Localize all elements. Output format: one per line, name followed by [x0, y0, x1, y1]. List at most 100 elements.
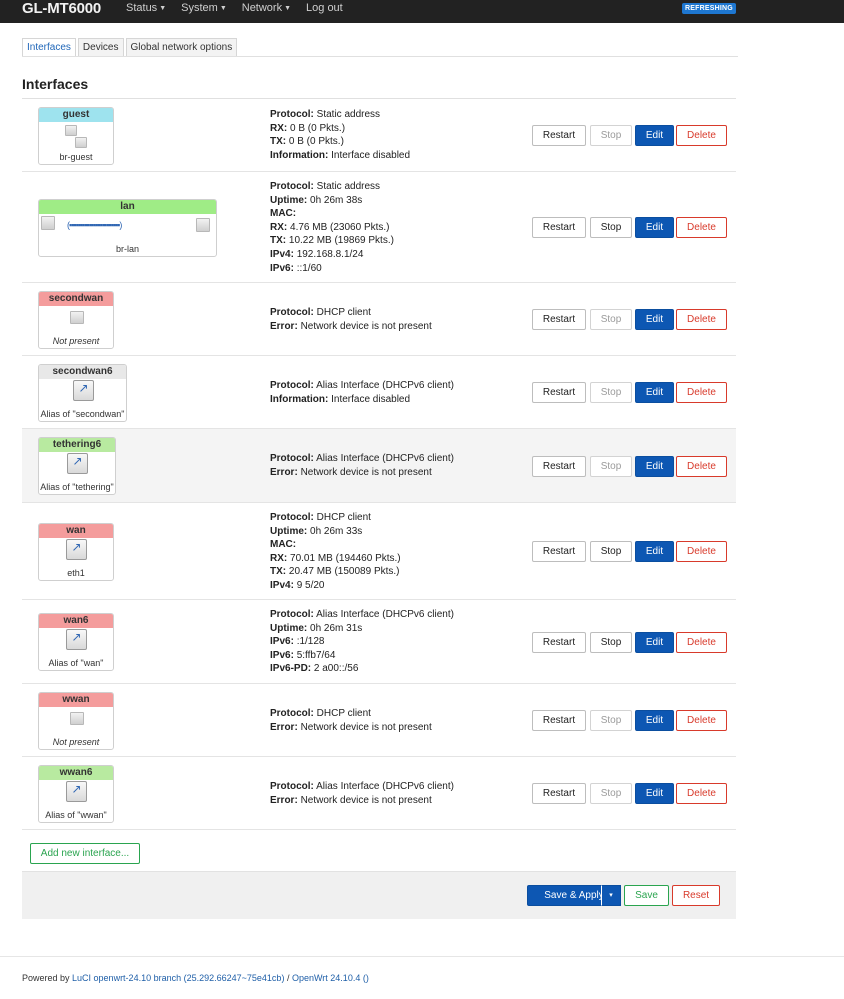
interface-actions: Restart Stop Edit Delete [528, 309, 727, 330]
interface-badge: wan6 ↗ Alias of "wan" [38, 613, 114, 671]
status-key: Uptime: [270, 525, 308, 537]
save-button[interactable]: Save [624, 885, 669, 906]
save-apply-dropdown-button[interactable]: ▾ [601, 885, 621, 906]
powered-by-prefix: Powered by [22, 973, 73, 983]
interface-status: Protocol: Alias Interface (DHCPv6 client… [270, 379, 454, 406]
edit-button[interactable]: Edit [635, 125, 674, 146]
edit-button[interactable]: Edit [635, 710, 674, 731]
restart-button[interactable]: Restart [532, 456, 586, 477]
restart-button[interactable]: Restart [532, 309, 586, 330]
status-line: Uptime: 0h 26m 38s [270, 194, 394, 208]
interface-name: secondwan [39, 292, 113, 306]
stop-button[interactable]: Stop [590, 541, 632, 562]
restart-button[interactable]: Restart [532, 783, 586, 804]
interface-name: wan6 [39, 614, 113, 628]
interface-device: Alias of "tethering" [40, 482, 114, 492]
menu-network[interactable]: Network ▼ [242, 0, 291, 23]
edit-button[interactable]: Edit [635, 632, 674, 653]
status-key: TX: [270, 566, 287, 578]
status-line: Error: Network device is not present [270, 721, 432, 735]
delete-button[interactable]: Delete [676, 456, 727, 477]
edit-button[interactable]: Edit [635, 217, 674, 238]
restart-button[interactable]: Restart [532, 541, 586, 562]
delete-button[interactable]: Delete [676, 710, 727, 731]
status-value: Alias Interface (DHCPv6 client) [316, 609, 454, 620]
interface-status: Protocol: DHCP client Error: Network devi… [270, 707, 432, 734]
brand-title[interactable]: GL-MT6000 [22, 0, 101, 23]
delete-button[interactable]: Delete [676, 783, 727, 804]
openwrt-link[interactable]: OpenWrt 24.10.4 () [292, 973, 369, 983]
menu-system[interactable]: System ▼ [181, 0, 227, 23]
interface-badge: tethering6 ↗ Alias of "tethering" [38, 437, 116, 495]
restart-button[interactable]: Restart [532, 382, 586, 403]
interface-badge: secondwan Not present [38, 291, 114, 349]
interface-device: Alias of "wwan" [45, 810, 107, 820]
status-line: Protocol: DHCP client [270, 511, 401, 525]
interface-badge-body: ↗ Alias of "secondwan" [39, 379, 126, 421]
edit-button[interactable]: Edit [635, 456, 674, 477]
ethernet-port-icon [70, 311, 84, 324]
stop-button[interactable]: Stop [590, 456, 632, 477]
status-line: Protocol: Alias Interface (DHCPv6 client… [270, 452, 454, 466]
delete-button[interactable]: Delete [676, 217, 727, 238]
refreshing-badge[interactable]: REFRESHING [682, 3, 736, 14]
status-value: Alias Interface (DHCPv6 client) [316, 380, 454, 391]
delete-button[interactable]: Delete [676, 125, 727, 146]
delete-button[interactable]: Delete [676, 309, 727, 330]
edit-button[interactable]: Edit [635, 541, 674, 562]
status-key: IPv6-PD: [270, 663, 312, 675]
stop-button[interactable]: Stop [590, 125, 632, 146]
stop-button[interactable]: Stop [590, 783, 632, 804]
status-line: Error: Network device is not present [270, 794, 454, 808]
status-value: DHCP client [316, 512, 371, 523]
status-line: Error: Network device is not present [270, 320, 432, 334]
powered-by-separator: / [284, 973, 292, 983]
interface-actions: Restart Stop Edit Delete [528, 125, 727, 146]
delete-button[interactable]: Delete [676, 541, 727, 562]
interface-status: Protocol: DHCP client Error: Network devi… [270, 306, 432, 333]
add-new-interface-button[interactable]: Add new interface... [30, 843, 140, 864]
menu-system-label: System [181, 2, 218, 14]
status-line: RX: 70.01 MB (194460 Pkts.) [270, 552, 401, 566]
delete-button[interactable]: Delete [676, 632, 727, 653]
luci-link[interactable]: LuCI openwrt-24.10 branch (25.292.66247~… [72, 973, 284, 983]
status-line: Protocol: DHCP client [270, 306, 432, 320]
restart-button[interactable]: Restart [532, 710, 586, 731]
status-line: Error: Network device is not present [270, 466, 454, 480]
status-value: 70.01 MB (194460 Pkts.) [290, 552, 401, 564]
stop-button[interactable]: Stop [590, 632, 632, 653]
edit-button[interactable]: Edit [635, 382, 674, 403]
reset-button[interactable]: Reset [672, 885, 720, 906]
stop-button[interactable]: Stop [590, 710, 632, 731]
stop-button[interactable]: Stop [590, 309, 632, 330]
status-key: IPv4: [270, 248, 294, 260]
tab-interfaces[interactable]: Interfaces [22, 38, 76, 57]
delete-button[interactable]: Delete [676, 382, 727, 403]
status-value: 4.76 MB (23060 Pkts.) [290, 221, 390, 233]
stop-button[interactable]: Stop [590, 382, 632, 403]
status-key: Protocol: [270, 609, 314, 620]
interface-badge-body: ↗ Alias of "tethering" [39, 452, 115, 494]
menu-status[interactable]: Status ▼ [126, 0, 166, 23]
menu-logout[interactable]: Log out [306, 0, 343, 23]
tab-global-network-options[interactable]: Global network options [125, 38, 238, 57]
restart-button[interactable]: Restart [532, 217, 586, 238]
tab-devices[interactable]: Devices [77, 38, 124, 57]
status-key: TX: [270, 235, 287, 247]
stop-button[interactable]: Stop [590, 217, 632, 238]
interface-device: br-guest [59, 152, 93, 162]
interface-badge: secondwan6 ↗ Alias of "secondwan" [38, 364, 127, 422]
status-line: RX: 0 B (0 Pkts.) [270, 122, 410, 136]
status-key: MAC: [270, 208, 297, 220]
status-value: Interface disabled [331, 149, 411, 161]
status-key: Protocol: [270, 512, 314, 523]
main-menu: Status ▼ System ▼ Network ▼ Log out [126, 0, 358, 23]
edit-button[interactable]: Edit [635, 309, 674, 330]
restart-button[interactable]: Restart [532, 125, 586, 146]
edit-button[interactable]: Edit [635, 783, 674, 804]
status-line: Uptime: 0h 26m 33s [270, 525, 401, 539]
interface-badge: wan ↗ eth1 [38, 523, 114, 581]
status-key: Error: [270, 320, 298, 332]
restart-button[interactable]: Restart [532, 632, 586, 653]
status-value: DHCP client [316, 307, 371, 318]
